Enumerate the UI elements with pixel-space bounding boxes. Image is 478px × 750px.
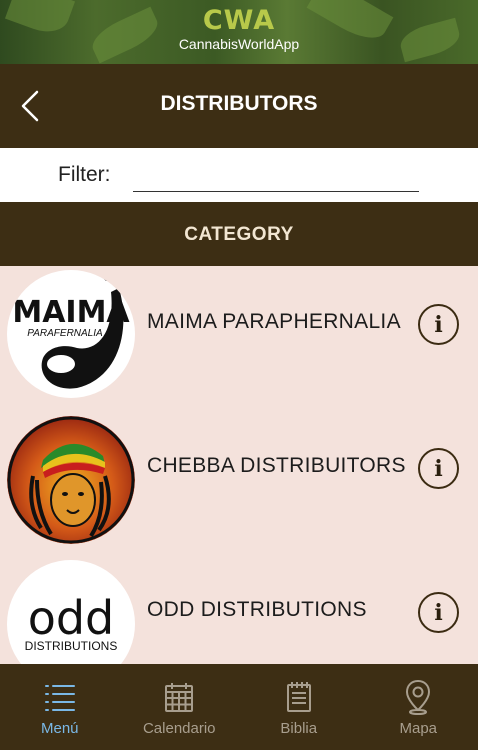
logo-text: odd — [28, 591, 115, 645]
list-item[interactable]: CHEBBA DISTRIBUITORS i — [0, 410, 478, 554]
distributor-list[interactable]: MAIMA PARAFERNALIA MAIMA PARAPHERNALIA i — [0, 266, 478, 664]
page-header: DISTRIBUTORS — [0, 64, 478, 148]
tab-label: Biblia — [280, 720, 318, 737]
notebook-icon — [282, 680, 316, 714]
info-button[interactable]: i — [418, 592, 459, 633]
calendar-icon — [162, 680, 196, 714]
filter-label: Filter: — [58, 163, 111, 186]
info-button[interactable]: i — [418, 304, 459, 345]
distributor-name: MAIMA PARAPHERNALIA — [147, 310, 401, 333]
info-icon: i — [434, 599, 443, 626]
tab-label: Calendario — [142, 720, 216, 737]
logo-subtext: DISTRIBUTIONS — [25, 639, 118, 653]
odd-logo: odd DISTRIBUTIONS — [7, 560, 135, 664]
tab-map[interactable]: Mapa — [359, 664, 478, 750]
tab-calendar[interactable]: Calendario — [120, 664, 240, 750]
category-title: CATEGORY — [184, 224, 294, 245]
distributor-name: CHEBBA DISTRIBUITORS — [147, 454, 406, 477]
brand-logo: CWA CannabisWorldApp — [0, 5, 478, 53]
tab-bible[interactable]: Biblia — [239, 664, 359, 750]
info-icon: i — [434, 455, 443, 482]
map-pin-icon — [401, 679, 435, 715]
tab-label: Menú — [40, 720, 79, 737]
tab-label: Mapa — [399, 720, 438, 737]
filter-input[interactable] — [133, 160, 419, 192]
filter-bar: Filter: — [0, 148, 478, 202]
app-banner: CWA CannabisWorldApp — [0, 0, 478, 64]
brand-subtitle: CannabisWorldApp — [178, 36, 300, 52]
list-menu-icon — [43, 680, 77, 714]
distributor-name: ODD DISTRIBUTIONS — [147, 598, 367, 621]
logo-subtext: PARAFERNALIA — [27, 328, 103, 339]
pipe-logo: MAIMA PARAFERNALIA — [7, 270, 135, 398]
bottom-tab-bar: Menú Calendario Biblia Mapa — [0, 664, 478, 750]
page-title: DISTRIBUTORS — [160, 92, 318, 115]
category-header: CATEGORY — [0, 202, 478, 266]
info-icon: i — [434, 311, 443, 338]
list-item[interactable]: MAIMA PARAFERNALIA MAIMA PARAPHERNALIA i — [0, 266, 478, 410]
tab-menu[interactable]: Menú — [0, 664, 120, 750]
list-item[interactable]: odd DISTRIBUTIONS ODD DISTRIBUTIONS i — [0, 554, 478, 664]
info-button[interactable]: i — [418, 448, 459, 489]
brand-mark: CWA — [202, 5, 276, 36]
rasta-lion-logo — [7, 416, 135, 544]
